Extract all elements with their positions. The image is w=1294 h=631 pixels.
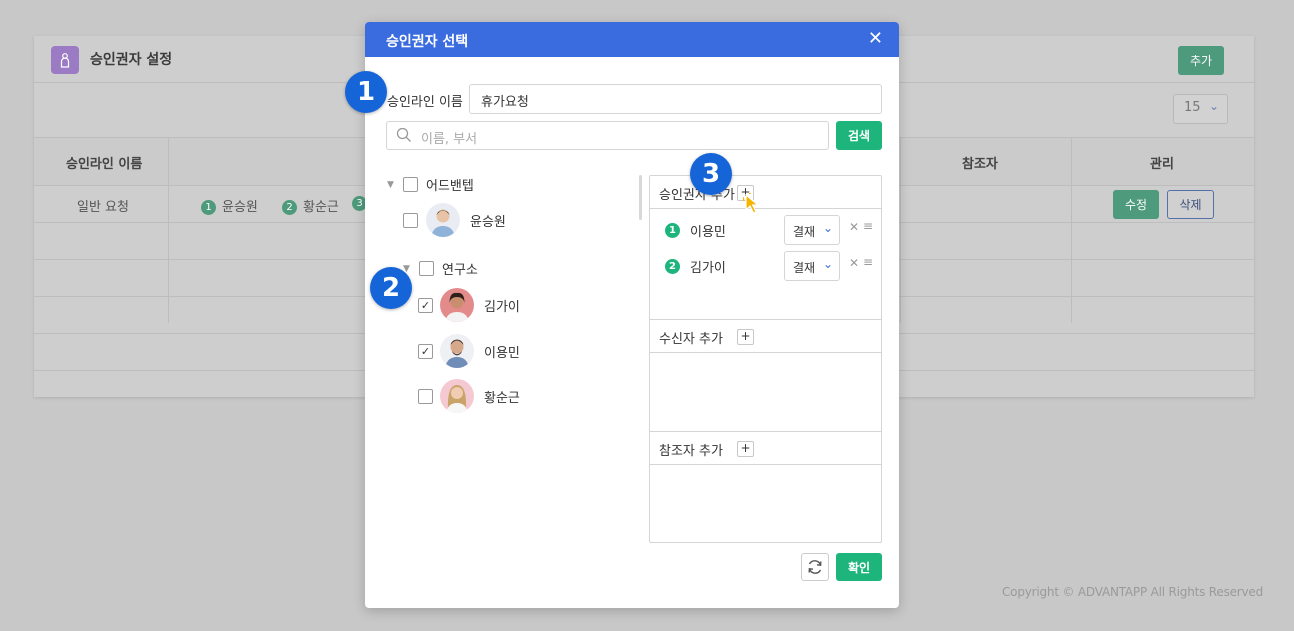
tree-member[interactable]: 윤승원 [403,203,506,237]
approver-name: 김가이 [690,261,726,276]
order-badge: 2 [665,259,680,274]
avatar [426,203,460,237]
col-divider [168,138,169,323]
approval-type-value: 결재 [793,261,816,275]
approval-type-value: 결재 [793,225,816,239]
drag-handle-icon[interactable]: ≡ [863,219,873,233]
caret-down-icon[interactable]: ▼ [387,180,399,190]
approver-select-modal: 승인권자 선택 ✕ 승인라인 이름 휴가요청 이름, 부서 검색 ▼ 어드밴텝 … [365,22,899,608]
remove-icon[interactable]: ✕ [849,256,859,270]
col-line-name: 승인라인 이름 [66,157,143,172]
tree-member[interactable]: 황순근 [418,379,520,413]
col-reference: 참조자 [962,157,998,172]
member-checkbox-checked[interactable]: ✓ [418,297,433,313]
selection-panel: 승인권자 추가 + 1 이용민 결재 ⌄ ✕ ≡ 2 김가이 결재 ⌄ ✕ ≡ … [649,175,882,543]
refresh-icon [808,560,822,574]
avatar [440,379,474,413]
modal-title: 승인권자 선택 [386,34,469,50]
add-button[interactable]: 추가 [1178,46,1224,75]
reference-section-header: 참조자 추가 + [650,432,881,465]
step-marker-1: 1 [345,71,387,113]
dept-checkbox[interactable] [403,177,418,192]
modal-header: 승인권자 선택 ✕ [365,22,899,57]
search-input[interactable]: 이름, 부서 [386,121,829,150]
dept-checkbox[interactable] [419,261,434,276]
pointer-cursor-icon [743,193,760,214]
avatar [440,334,474,368]
tree-dept[interactable]: ▼ 어드밴텝 [387,175,474,194]
search-button[interactable]: 검색 [836,121,882,150]
page-size-value: 15 [1184,100,1201,115]
add-reference-button[interactable]: + [737,441,754,457]
approver-row: 1 이용민 결재 ⌄ ✕ ≡ [650,215,881,245]
dept-label: 연구소 [442,263,478,278]
member-name: 김가이 [484,299,520,315]
page-size-select[interactable]: 15 ⌄ [1173,94,1228,124]
tree-scrollbar[interactable] [639,175,642,220]
member-checkbox[interactable] [418,388,433,404]
copyright: Copyright © ADVANTAPP All Rights Reserve… [1002,585,1264,599]
receiver-section-label: 수신자 추가 [659,332,723,347]
approval-type-select[interactable]: 결재 ⌄ [784,251,840,281]
tree-dept[interactable]: ▼ 연구소 [403,259,478,278]
member-checkbox[interactable] [403,212,418,228]
person-icon [51,46,79,74]
col-divider [1071,138,1072,323]
receiver-section-header: 수신자 추가 + [650,320,881,353]
member-name: 이용민 [484,345,520,361]
dept-label: 어드밴텝 [426,179,474,194]
drag-handle-icon[interactable]: ≡ [863,255,873,269]
order-badge: 1 [665,223,680,238]
refresh-button[interactable] [801,553,829,581]
approval-type-select[interactable]: 결재 ⌄ [784,215,840,245]
delete-button[interactable]: 삭제 [1167,190,1214,219]
member-name: 황순근 [484,390,520,406]
tree-member[interactable]: ✓ 이용민 [418,334,520,368]
search-icon [396,127,411,142]
member-checkbox-checked[interactable]: ✓ [418,343,433,359]
row-approver: 2 황순근 [282,196,339,215]
member-name: 윤승원 [470,214,506,230]
line-name-input[interactable]: 휴가요청 [469,84,882,114]
step-marker-3: 3 [690,153,732,195]
edit-button[interactable]: 수정 [1113,190,1159,219]
row-line-name: 일반 요청 [77,200,129,215]
chevron-down-icon: ⌄ [1208,99,1219,113]
tree-member[interactable]: ✓ 김가이 [418,288,520,322]
step-marker-2: 2 [370,267,412,309]
confirm-button[interactable]: 확인 [836,553,882,581]
search-placeholder: 이름, 부서 [421,132,478,147]
col-divider [900,138,901,323]
remove-icon[interactable]: ✕ [849,220,859,234]
line-name-label: 승인라인 이름 [387,95,463,110]
page-title: 승인권자 설정 [90,52,173,68]
close-icon[interactable]: ✕ [868,28,883,49]
chevron-down-icon: ⌄ [822,257,833,271]
avatar [440,288,474,322]
approver-name: 이용민 [690,225,726,240]
approver-row: 2 김가이 결재 ⌄ ✕ ≡ [650,251,881,281]
row-approver: 1 윤승원 [201,196,258,215]
reference-section-label: 참조자 추가 [659,444,723,459]
chevron-down-icon: ⌄ [822,221,833,235]
add-receiver-button[interactable]: + [737,329,754,345]
col-manage: 관리 [1150,157,1174,172]
